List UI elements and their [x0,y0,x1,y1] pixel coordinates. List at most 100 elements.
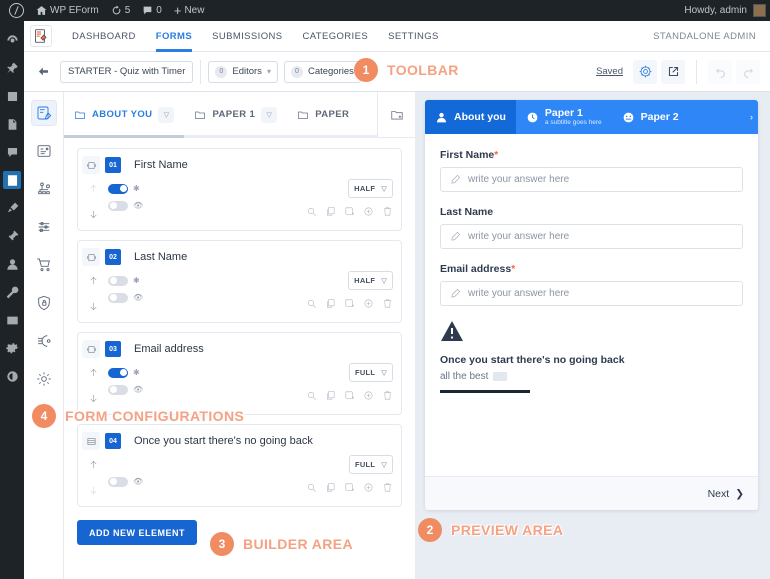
chevron-down-icon[interactable]: ▽ [261,107,277,123]
wordpress-logo-button[interactable] [3,0,30,21]
move-down-button[interactable] [88,299,99,317]
tool-security[interactable] [31,290,57,316]
tab-settings[interactable]: SETTINGS [378,21,449,52]
add-tab-button[interactable] [377,92,415,137]
email-address-input[interactable]: write your answer here [440,281,743,306]
editors-chip[interactable]: 0 Editors ▾ [208,61,278,83]
move-up-button[interactable] [88,365,99,383]
preview-tab-paper-1[interactable]: Paper 1 a subtitle goes here [516,100,612,134]
tab-scrollbar-thumb[interactable] [64,135,184,138]
sidebar-item-pages[interactable] [3,115,21,133]
add-new-element-button[interactable]: ADD NEW ELEMENT [77,520,197,545]
duplicate-icon[interactable] [325,388,336,406]
sidebar-item-users[interactable] [3,255,21,273]
sidebar-item-dashboard[interactable] [3,31,21,49]
add-below-icon[interactable] [363,204,374,222]
sidebar-item-comments[interactable] [3,143,21,161]
preview-form-button[interactable] [661,60,685,84]
copy-to-icon[interactable] [344,480,355,498]
hidden-toggle[interactable] [108,201,128,211]
redo-button[interactable] [736,60,760,84]
sidebar-item-settings[interactable] [3,339,21,357]
tool-form-options[interactable] [31,214,57,240]
tool-advanced[interactable] [31,366,57,392]
preview-element-icon[interactable] [306,296,317,314]
saved-status[interactable]: Saved [596,66,623,77]
sidebar-item-eform[interactable] [3,171,21,189]
preview-element-icon[interactable] [306,480,317,498]
delete-icon[interactable] [382,388,393,406]
element-size-select[interactable]: FULL ▽ [349,455,393,474]
form-settings-button[interactable] [633,60,657,84]
move-up-button[interactable] [88,181,99,199]
element-size-select[interactable]: FULL ▽ [349,363,393,382]
required-toggle[interactable] [108,276,128,286]
preview-element-icon[interactable] [306,388,317,406]
eform-brand-logo[interactable] [30,25,52,47]
last-name-input[interactable]: write your answer here [440,224,743,249]
delete-icon[interactable] [382,480,393,498]
required-toggle[interactable] [108,184,128,194]
preview-tabs-next-button[interactable]: › [750,100,758,134]
tab-dashboard[interactable]: DASHBOARD [62,21,146,52]
sidebar-item-posts[interactable] [3,59,21,77]
updates-link[interactable]: 5 [105,0,137,21]
duplicate-icon[interactable] [325,296,336,314]
duplicate-icon[interactable] [325,204,336,222]
element-card[interactable]: 03 Email address ✱ [77,332,402,415]
move-up-button[interactable] [88,457,99,475]
new-content-link[interactable]: + New [168,0,211,21]
element-card[interactable]: 01 First Name ✱ [77,148,402,231]
sidebar-item-tools[interactable] [3,283,21,301]
tool-integrations[interactable] [31,328,57,354]
chevron-down-icon[interactable]: ▽ [158,107,174,123]
next-button-label[interactable]: Next [708,488,730,500]
preview-tab-about-you[interactable]: About you [425,100,516,134]
add-below-icon[interactable] [363,388,374,406]
sidebar-item-plugins[interactable] [3,227,21,245]
back-button[interactable] [32,61,54,83]
site-name-link[interactable]: WP EForm [30,0,105,21]
copy-to-icon[interactable] [344,388,355,406]
builder-tab-paper-2[interactable]: PAPER [287,92,359,137]
delete-icon[interactable] [382,204,393,222]
builder-tab-paper-1[interactable]: PAPER 1 ▽ [184,92,287,137]
hidden-toggle[interactable] [108,293,128,303]
tool-payments[interactable] [31,252,57,278]
preview-element-icon[interactable] [306,204,317,222]
hidden-toggle[interactable] [108,385,128,395]
comments-link[interactable]: 0 [136,0,168,21]
tab-scrollbar-track[interactable] [64,135,377,138]
required-toggle[interactable] [108,368,128,378]
avatar[interactable] [753,4,766,17]
form-title-input[interactable]: STARTER - Quiz with Timer [60,61,193,83]
delete-icon[interactable] [382,296,393,314]
preview-tab-paper-2[interactable]: Paper 2 [612,100,689,134]
move-down-button[interactable] [88,207,99,225]
builder-tab-about-you[interactable]: ABOUT YOU ▽ [64,92,184,137]
duplicate-icon[interactable] [325,480,336,498]
tool-conditional-logic[interactable] [31,176,57,202]
element-size-select[interactable]: HALF ▽ [348,271,393,290]
hidden-toggle[interactable] [108,477,128,487]
element-card[interactable]: 02 Last Name ✱ � [77,240,402,323]
sidebar-item-media[interactable] [3,87,21,105]
add-below-icon[interactable] [363,296,374,314]
tool-form-layout[interactable] [31,138,57,164]
tab-forms[interactable]: FORMS [146,21,202,52]
first-name-input[interactable]: write your answer here [440,167,743,192]
tab-submissions[interactable]: SUBMISSIONS [202,21,292,52]
sidebar-item-profile[interactable] [3,311,21,329]
undo-button[interactable] [708,60,732,84]
tab-categories[interactable]: CATEGORIES [292,21,378,52]
tool-form-elements[interactable] [31,100,57,126]
categories-chip[interactable]: 0 Categories [284,61,361,83]
move-up-button[interactable] [88,273,99,291]
move-down-button[interactable] [88,483,99,501]
howdy-label[interactable]: Howdy, admin [684,5,747,16]
copy-to-icon[interactable] [344,296,355,314]
sidebar-item-appearance[interactable] [3,199,21,217]
sidebar-item-collapse[interactable] [3,367,21,385]
element-size-select[interactable]: HALF ▽ [348,179,393,198]
element-card[interactable]: 04 Once you start there's no going back … [77,424,402,507]
